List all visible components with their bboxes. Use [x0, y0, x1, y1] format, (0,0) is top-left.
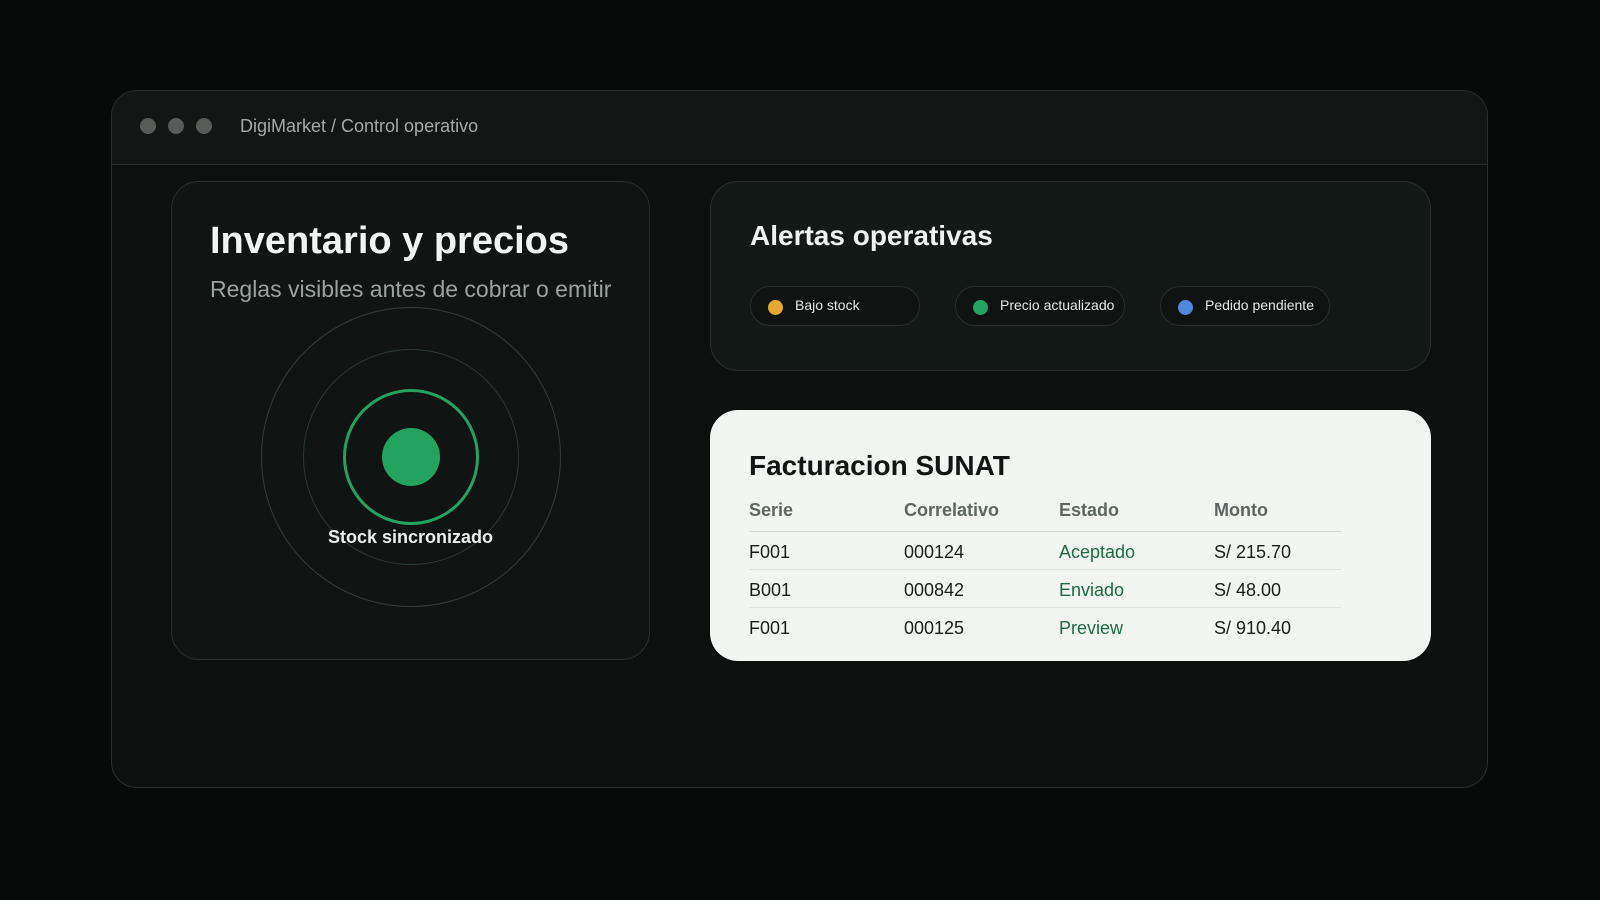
cell-serie: F001 [749, 542, 791, 562]
sync-status-icon [382, 428, 440, 486]
cell-estado: Enviado [1059, 580, 1125, 600]
cell-correlativo: 000842 [904, 580, 965, 600]
cell-serie: F001 [749, 618, 791, 638]
cell-serie: B001 [749, 580, 792, 600]
table-row[interactable]: B001 000842 Enviado S/ 48.00 [749, 570, 1341, 608]
alert-dot-icon [1178, 300, 1193, 315]
billing-title: Facturacion SUNAT [749, 450, 1010, 481]
alert-dot-icon [973, 300, 988, 315]
cell-monto: S/ 215.70 [1214, 542, 1292, 562]
alert-chip-low-stock[interactable]: Bajo stock [750, 286, 920, 326]
alert-chip-label: Pedido pendiente [1205, 297, 1314, 313]
cell-estado: Preview [1059, 618, 1124, 638]
cell-monto: S/ 48.00 [1214, 580, 1282, 600]
window-minimize-dot[interactable] [168, 118, 184, 134]
alert-dot-icon [768, 300, 783, 315]
sync-status-label: Stock sincronizado [327, 527, 494, 547]
alert-chip-label: Precio actualizado [1000, 297, 1115, 313]
column-header-correlativo: Correlativo [904, 500, 1000, 520]
window-maximize-dot[interactable] [196, 118, 212, 134]
alerts-panel: Alertas operativas Bajo stock Precio act… [710, 181, 1431, 371]
alert-chip-label: Bajo stock [795, 297, 860, 313]
alerts-title: Alertas operativas [750, 220, 993, 251]
table-row[interactable]: F001 000124 Aceptado S/ 215.70 [749, 532, 1341, 570]
table-row[interactable]: F001 000125 Preview S/ 910.40 [749, 608, 1341, 646]
window-close-dot[interactable] [140, 118, 156, 134]
billing-panel: Facturacion SUNAT Serie Correlativo Esta… [710, 410, 1431, 661]
cell-monto: S/ 910.40 [1214, 618, 1292, 638]
inventory-panel: Inventario y precios Reglas visibles ant… [171, 181, 650, 660]
table-header-row: Serie Correlativo Estado Monto [749, 500, 1341, 532]
inventory-title: Inventario y precios [210, 220, 570, 262]
column-header-monto: Monto [1214, 500, 1268, 520]
column-header-estado: Estado [1059, 500, 1120, 520]
inventory-subtitle: Reglas visibles antes de cobrar o emitir [210, 276, 612, 302]
window-titlebar: DigiMarket / Control operativo [112, 91, 1487, 165]
billing-table: Serie Correlativo Estado Monto F001 0001… [749, 500, 1341, 646]
cell-correlativo: 000125 [904, 618, 965, 638]
alert-chip-pending-order[interactable]: Pedido pendiente [1160, 286, 1330, 326]
window-title: DigiMarket / Control operativo [240, 116, 479, 136]
alert-chip-price-updated[interactable]: Precio actualizado [955, 286, 1125, 326]
cell-correlativo: 000124 [904, 542, 965, 562]
cell-estado: Aceptado [1059, 542, 1136, 562]
column-header-serie: Serie [749, 500, 794, 520]
